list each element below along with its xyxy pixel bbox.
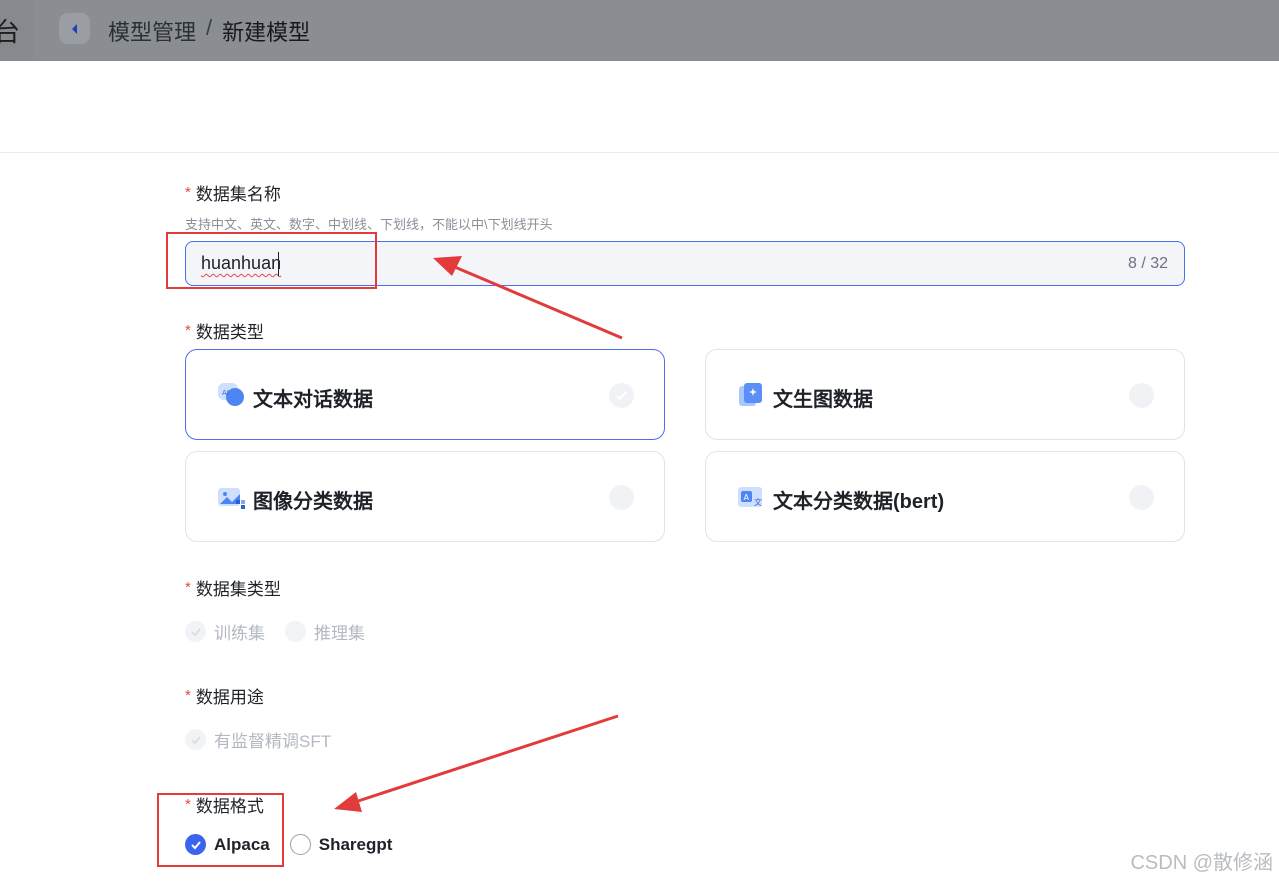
- required-star: *: [185, 579, 191, 596]
- radio-sft[interactable]: [185, 729, 206, 750]
- svg-text:A: A: [744, 493, 750, 502]
- check-icon: [190, 627, 201, 636]
- annotation-box-name: [166, 232, 377, 289]
- data-type-card-text-dialog[interactable]: AI 文本对话数据: [185, 349, 665, 440]
- data-type-card-title: 文生图数据: [773, 389, 873, 411]
- card-check: [609, 485, 634, 510]
- breadcrumb-model-management[interactable]: 模型管理: [108, 15, 196, 47]
- data-type-label: * 数据类型: [185, 318, 264, 343]
- image-spark-icon: [739, 383, 762, 406]
- sidebar-edge: 台: [0, 0, 33, 61]
- radio-inference-set[interactable]: [285, 621, 306, 642]
- sidebar-title-fragment: 台: [0, 17, 21, 47]
- image-grid-icon: [218, 488, 245, 509]
- radio-sharegpt[interactable]: [289, 834, 311, 855]
- annotation-arrows: [334, 256, 623, 812]
- breadcrumb-current: 新建模型: [222, 20, 311, 45]
- dataset-name-label-text: 数据集名称: [195, 185, 281, 204]
- card-check: [609, 383, 634, 408]
- data-use-options: 有监督精调SFT: [185, 727, 351, 752]
- watermark: CSDN @散修涵: [1130, 852, 1273, 874]
- radio-inference-set-label: 推理集: [314, 624, 365, 643]
- breadcrumb: 模型管理 / 新建模型: [108, 15, 310, 47]
- top-bar: 台 模型管理 / 新建模型: [0, 0, 1279, 61]
- data-type-card-title: 文本对话数据: [253, 389, 373, 411]
- required-star: *: [185, 322, 191, 339]
- dataset-name-label: * 数据集名称: [185, 180, 281, 205]
- data-use-label-text: 数据用途: [195, 688, 264, 707]
- annotation-arrow-line: [351, 714, 619, 805]
- card-check: [1129, 485, 1154, 510]
- chevron-left-icon: [71, 23, 77, 34]
- required-star: *: [185, 184, 191, 201]
- data-type-card-text-to-image[interactable]: 文生图数据: [705, 349, 1185, 440]
- annotation-box-format: [157, 793, 284, 867]
- radio-sharegpt-label: Sharegpt: [318, 834, 393, 854]
- dataset-kind-label: * 数据集类型: [185, 575, 281, 600]
- check-icon: [616, 391, 627, 401]
- section-divider: [0, 152, 1279, 153]
- back-button[interactable]: [59, 13, 90, 44]
- annotation-arrow-head: [334, 792, 362, 812]
- chat-ai-icon: AI: [218, 383, 244, 406]
- translate-doc-icon: A 文: [738, 487, 762, 507]
- card-check: [1129, 383, 1154, 408]
- data-type-card-text-classification[interactable]: A 文 文本分类数据(bert): [705, 451, 1185, 542]
- data-type-label-text: 数据类型: [195, 323, 264, 342]
- data-type-card-image-classification[interactable]: 图像分类数据: [185, 451, 665, 542]
- svg-text:文: 文: [754, 497, 762, 507]
- check-icon: [190, 735, 201, 744]
- required-star: *: [185, 687, 191, 704]
- data-type-card-title: 文本分类数据(bert): [773, 491, 945, 513]
- radio-training-set-label: 训练集: [214, 624, 265, 643]
- dataset-kind-label-text: 数据集类型: [195, 580, 281, 599]
- data-use-label: * 数据用途: [185, 683, 264, 708]
- breadcrumb-separator: /: [206, 15, 213, 40]
- dataset-kind-options: 训练集 推理集: [185, 619, 385, 644]
- dataset-name-hint: 支持中文、英文、数字、中划线、下划线，不能以中\下划线开头: [185, 217, 553, 232]
- svg-text:AI: AI: [222, 389, 229, 397]
- radio-sft-label: 有监督精调SFT: [214, 732, 332, 751]
- data-type-card-title: 图像分类数据: [253, 491, 373, 513]
- char-counter: 8 / 32: [1127, 255, 1168, 272]
- radio-training-set[interactable]: [185, 621, 206, 642]
